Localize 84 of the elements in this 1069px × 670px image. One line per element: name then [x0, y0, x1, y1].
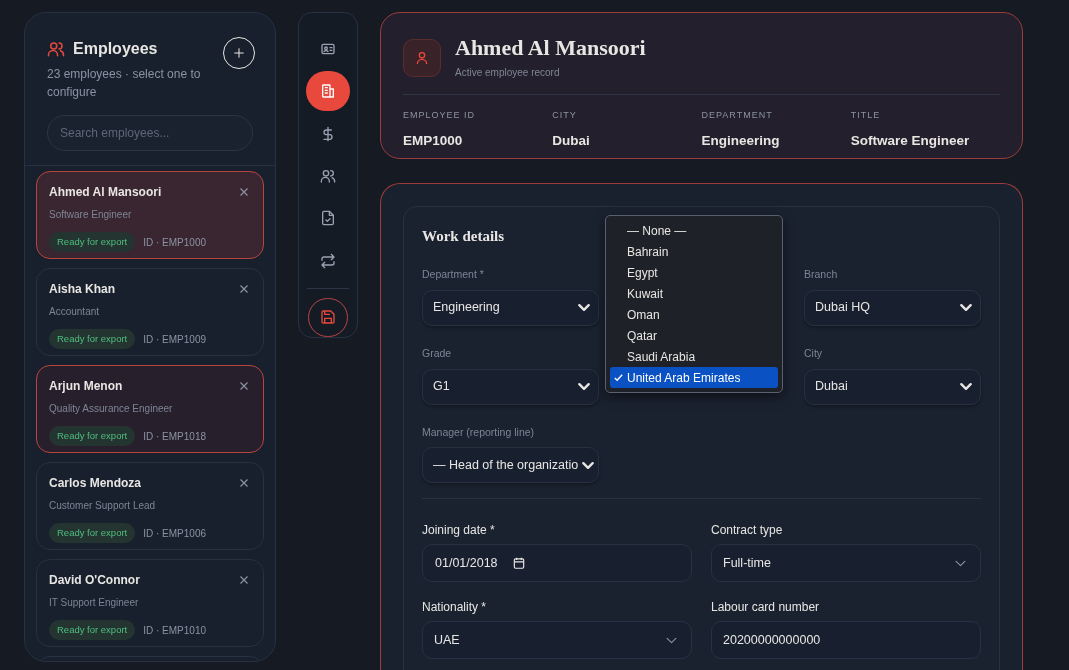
chevron-down-icon: [666, 636, 677, 644]
field-label: Joining date *: [422, 522, 496, 540]
employee-id: ID · EMP1009: [143, 332, 207, 347]
employee-name: Arjun Menon: [49, 378, 123, 395]
status-badge: Ready for export: [49, 232, 136, 253]
repeat-icon: [320, 252, 336, 269]
field-label: Nationality *: [422, 599, 488, 617]
field-label: Manager (reporting line): [422, 424, 536, 440]
chevron-down-icon: [960, 383, 972, 390]
employee-title: Quality Assurance Engineer: [49, 402, 174, 416]
text-field[interactable]: 20200000000000: [711, 621, 981, 660]
select-field[interactable]: Dubai HQ: [804, 289, 981, 326]
dropdown-option[interactable]: Egypt: [610, 262, 778, 283]
field-label: Labour card number: [711, 599, 821, 617]
check-icon: [613, 372, 624, 383]
employee-title: Customer Support Lead: [49, 499, 157, 513]
file-check-icon: [320, 210, 336, 227]
record-subtitle: Active employee record: [455, 66, 561, 80]
field-value: EMP1000: [403, 131, 464, 150]
employee-name: Aisha Khan: [49, 281, 115, 298]
field-label: Contract type: [711, 522, 784, 540]
employee-title: Software Engineer: [49, 208, 133, 222]
employee-title: IT Support Engineer: [49, 596, 140, 610]
building-icon: [320, 83, 336, 100]
employee-card[interactable]: Aisha Khan Accountant Ready for export ID · EMP1009: [36, 268, 264, 356]
dropdown-option[interactable]: Bahrain: [610, 241, 778, 262]
dollar-icon: [320, 125, 336, 142]
field-value: Dubai: [552, 131, 591, 150]
field-value: Software Engineer: [850, 131, 971, 150]
field-label: City: [804, 345, 824, 361]
employee-id: ID · EMP1010: [143, 623, 207, 638]
select-field[interactable]: Full-time: [711, 544, 981, 583]
search-field[interactable]: Search employees...: [47, 115, 253, 151]
chevron-down-icon: [582, 461, 595, 469]
field-label: TITLE: [850, 109, 882, 122]
employee-heading: Ahmed Al Mansoori: [455, 35, 646, 61]
status-badge: Ready for export: [49, 620, 136, 641]
field-value: Engineering: [701, 131, 781, 150]
calendar-icon: [511, 556, 526, 571]
status-badge: Ready for export: [49, 329, 136, 350]
field-label: DEPARTMENT: [701, 109, 774, 122]
employee-id: ID · EMP1000: [143, 235, 207, 250]
dropdown-option[interactable]: — None —: [610, 220, 778, 241]
employee-card[interactable]: David O'Connor IT Support Engineer Ready for export ID · EMP1010: [36, 559, 264, 647]
employee-card[interactable]: Ahmed Al Mansoori Software Engineer Ready for export ID · EMP1000: [36, 171, 264, 259]
chevron-down-icon: [578, 304, 590, 312]
chevron-down-icon: [955, 559, 966, 567]
select-field[interactable]: G1: [422, 368, 599, 405]
employee-title: Accountant: [49, 305, 101, 319]
employee-id: ID · EMP1006: [143, 526, 207, 541]
field-label: Branch: [804, 267, 839, 282]
sidebar-title: Employees: [73, 39, 158, 59]
employee-id: ID · EMP1018: [143, 429, 207, 444]
select-field[interactable]: Dubai: [804, 368, 981, 405]
select-field[interactable]: UAE: [422, 621, 692, 660]
field-label: EMPLOYEE ID: [403, 109, 477, 122]
dropdown-option[interactable]: Kuwait: [610, 283, 778, 304]
dropdown-option[interactable]: Qatar: [610, 325, 778, 346]
save-icon: [320, 309, 336, 326]
field-label: Grade: [422, 345, 453, 361]
chevron-down-icon: [578, 383, 590, 390]
employee-card[interactable]: Carlos Mendoza Customer Support Lead Ready for export ID · EMP1006: [36, 462, 264, 550]
status-badge: Ready for export: [49, 426, 136, 447]
section-button[interactable]: [306, 71, 350, 111]
plus-icon: [231, 45, 247, 61]
status-badge: Ready for export: [49, 523, 136, 544]
chevron-down-icon: [960, 304, 972, 312]
users-icon: [320, 167, 336, 184]
field-label: Department *: [422, 267, 485, 282]
select-field[interactable]: — Head of the organizatio: [422, 447, 599, 484]
sidebar-subtitle: 23 employees · select one to configure: [47, 66, 202, 101]
dropdown-option[interactable]: Saudi Arabia: [610, 346, 778, 367]
dropdown-option[interactable]: United Arab Emirates: [610, 367, 778, 388]
field-label: CITY: [552, 109, 578, 122]
select-field[interactable]: Engineering: [422, 289, 599, 326]
employee-name: Carlos Mendoza: [49, 475, 141, 492]
employee-name: David O'Connor: [49, 572, 140, 589]
employee-name: Ahmed Al Mansoori: [49, 184, 162, 201]
employee-card[interactable]: Arjun Menon Quality Assurance Engineer Ready for export ID · EMP1018: [36, 365, 264, 453]
dropdown-option[interactable]: Oman: [610, 304, 778, 325]
date-field[interactable]: 01/01/2018: [422, 544, 692, 583]
section-title: Work details: [422, 227, 505, 246]
users-icon: [47, 40, 65, 58]
person-icon: [414, 49, 430, 66]
